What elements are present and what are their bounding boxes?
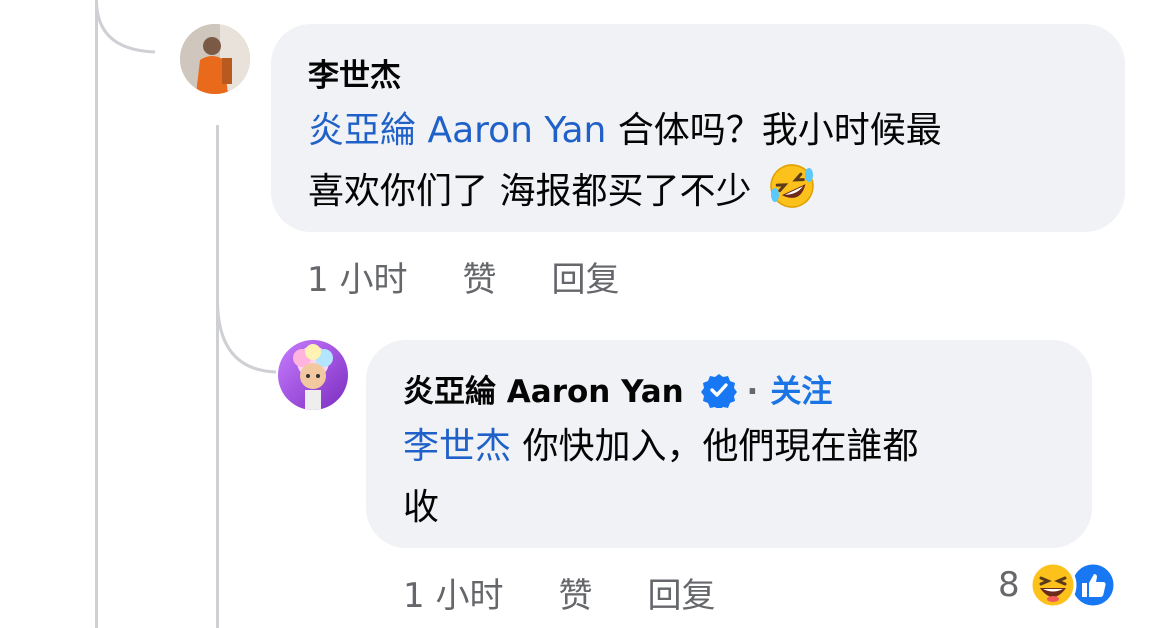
reply-actions: 1 小时 赞 回复 [403,568,715,617]
reply-button[interactable]: 回复 [551,252,619,301]
comment-text: 炎亞綸 Aaron Yan 合体吗？我小时候最 喜欢你们了 海报都买了不少 [308,100,1108,222]
mention-link[interactable]: 炎亞綸 Aaron Yan [308,110,606,151]
reply-timestamp[interactable]: 1 小时 [403,568,503,617]
comment-text-line: 喜欢你们了 海报都买了不少 [308,171,752,212]
reaction-count: 8 [998,565,1020,605]
mention-link[interactable]: 李世杰 [403,426,511,467]
thread-curve-reply [216,300,277,374]
laughing-emoji [1029,561,1077,609]
separator-dot: · [746,374,759,410]
comment-timestamp[interactable]: 1 小时 [307,252,407,301]
reply-author-name[interactable]: 炎亞綸 Aaron Yan [403,374,684,410]
comment-author[interactable]: 李世杰 [308,50,401,95]
user-photo-avatar [180,24,250,94]
reply-text: 李世杰 你快加入，他們現在誰都 收 [403,416,1073,538]
rolling-on-floor-laughing-emoji [770,164,814,208]
cartoon-avatar [278,340,348,410]
avatar[interactable] [278,340,348,410]
follow-button[interactable]: 关注 [770,374,832,410]
thread-line-outer [95,0,98,628]
like-button[interactable]: 赞 [558,568,592,617]
reaction-summary[interactable]: 8 [998,560,1118,610]
comment-text-line: 合体吗？我小时候最 [606,110,942,151]
avatar[interactable] [180,24,250,94]
reply-text-line: 你快加入，他們現在誰都 [511,426,919,467]
reply-button[interactable]: 回复 [647,568,715,617]
verified-badge-icon [700,374,737,410]
like-button[interactable]: 赞 [462,252,496,301]
reply-text-line: 收 [403,487,440,528]
thread-curve-top [95,0,156,54]
comment-actions: 1 小时 赞 回复 [307,252,619,301]
reply-author: 炎亞綸 Aaron Yan · 关注 [403,366,832,411]
